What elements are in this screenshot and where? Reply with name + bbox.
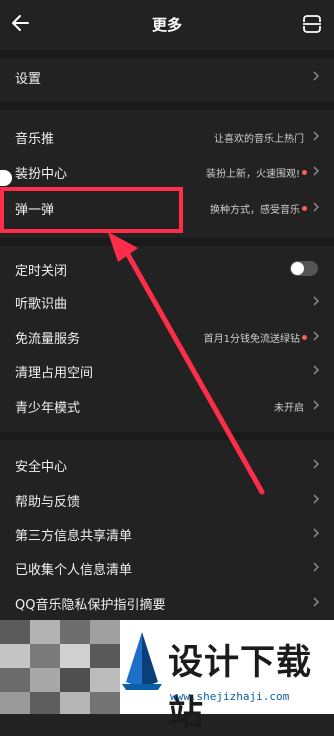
row-label: 装扮中心 (15, 167, 68, 182)
watermark-logo-icon (122, 632, 162, 690)
chevron-right-icon (313, 528, 320, 538)
new-badge-dot (302, 206, 307, 211)
watermark-url: www.shejizhaji.com (170, 690, 290, 703)
row-value: 让喜欢的音乐上热门 (214, 134, 304, 145)
third-party-sharing-row[interactable]: 第三方信息共享清单 (0, 517, 334, 551)
chevron-right-icon (313, 400, 320, 410)
row-label: 帮助与反馈 (15, 495, 81, 510)
music-promo-row[interactable]: 音乐推 让喜欢的音乐上热门 (0, 120, 334, 154)
row-label: 第三方信息共享清单 (15, 529, 133, 544)
security-center-row[interactable]: 安全中心 (0, 448, 334, 482)
section-divider (0, 238, 334, 246)
row-label: 听歌识曲 (15, 297, 68, 312)
row-label: 青少年模式 (15, 401, 81, 416)
section-divider (0, 432, 334, 440)
sleep-timer-toggle[interactable] (290, 261, 318, 276)
chevron-right-icon (313, 459, 320, 469)
chevron-right-icon (313, 562, 320, 572)
page-title: 更多 (151, 16, 182, 34)
chevron-right-icon (313, 365, 320, 375)
row-label: 定时关闭 (15, 264, 68, 279)
watermark-title: 设计下载站 (168, 643, 313, 734)
chevron-right-icon (313, 597, 320, 607)
row-value: 未开启 (274, 403, 304, 414)
row-label: 免流量服务 (15, 332, 81, 347)
toggle-knob (291, 262, 304, 275)
footer-watermark-area: 设计下载站 www.shejizhaji.com (0, 620, 334, 734)
chevron-right-icon (313, 202, 320, 212)
section-divider (0, 102, 334, 110)
new-badge-dot (302, 335, 307, 340)
row-value: 换种方式，感受音乐 (210, 205, 300, 216)
teen-mode-row[interactable]: 青少年模式 未开启 (0, 389, 334, 423)
row-value: 首月1分钱免流送绿钻 (203, 334, 300, 345)
privacy-summary-row[interactable]: QQ音乐隐私保护指引摘要 (0, 586, 334, 620)
row-label: 设置 (15, 72, 42, 87)
annotation-highlight-box (0, 187, 183, 233)
top-bar: 更多 (0, 0, 334, 48)
chevron-right-icon (313, 131, 320, 141)
chevron-right-icon (313, 296, 320, 306)
row-value: 装扮上新，火速围观! (205, 169, 300, 180)
chevron-right-icon (313, 331, 320, 341)
section-divider (0, 50, 334, 58)
row-label: 安全中心 (15, 460, 68, 475)
settings-row[interactable]: 设置 (0, 60, 334, 94)
new-badge-dot (302, 170, 307, 175)
scan-icon[interactable] (301, 13, 323, 35)
free-data-service-row[interactable]: 免流量服务 首月1分钱免流送绿钻 (0, 320, 334, 354)
blurred-thumbnail (0, 620, 120, 714)
clear-storage-row[interactable]: 清理占用空间 (0, 354, 334, 388)
song-recognition-row[interactable]: 听歌识曲 (0, 285, 334, 319)
watermark: 设计下载站 www.shejizhaji.com (118, 620, 334, 734)
sleep-timer-row[interactable]: 定时关闭 (0, 252, 334, 286)
collected-info-row[interactable]: 已收集个人信息清单 (0, 551, 334, 585)
chevron-right-icon (313, 166, 320, 176)
chevron-right-icon (313, 494, 320, 504)
row-label: 清理占用空间 (15, 366, 94, 381)
row-label: QQ音乐隐私保护指引摘要 (15, 598, 166, 613)
chevron-right-icon (313, 71, 320, 81)
help-feedback-row[interactable]: 帮助与反馈 (0, 483, 334, 517)
dress-up-center-row[interactable]: 装扮中心 装扮上新，火速围观! (0, 155, 334, 189)
row-label: 已收集个人信息清单 (15, 563, 133, 578)
row-label: 音乐推 (15, 132, 55, 147)
